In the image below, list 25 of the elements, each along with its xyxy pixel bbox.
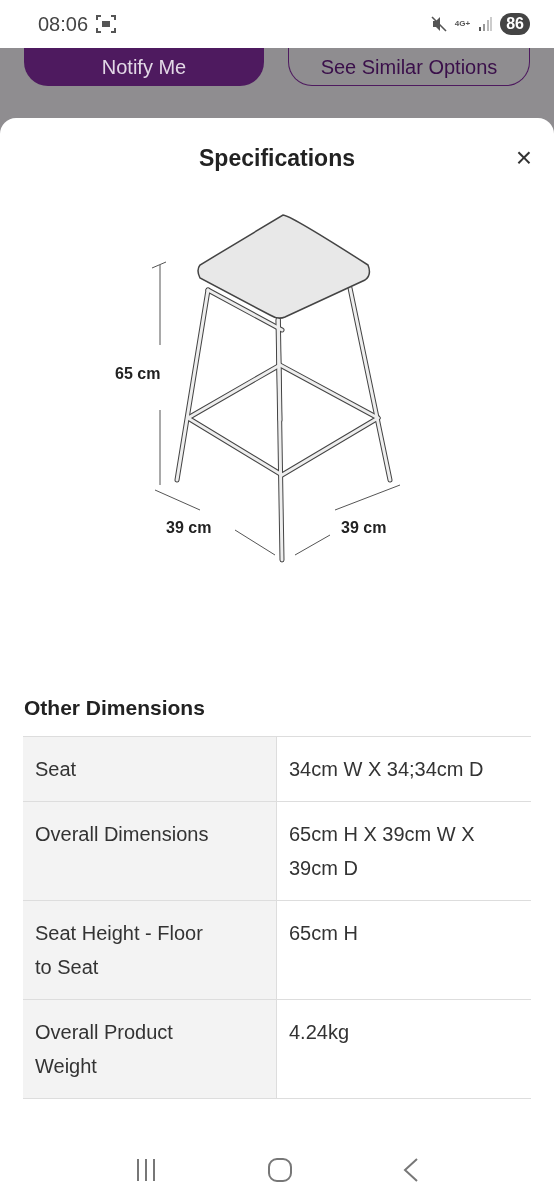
- recent-apps-icon[interactable]: [135, 1158, 157, 1182]
- screenshot-icon: [96, 15, 117, 33]
- sheet-title: Specifications: [199, 143, 355, 173]
- battery-indicator: 86: [500, 13, 530, 35]
- table-cell-text: 34cm W X 34;34cm D: [288, 756, 485, 782]
- height-dimension-label: 65 cm: [115, 364, 161, 384]
- close-button[interactable]: ×: [515, 144, 532, 172]
- width-dimension-label: 39 cm: [166, 518, 212, 538]
- table-cell: Overall Dimensions: [23, 801, 277, 900]
- table-cell-text: 65cm H: [288, 920, 359, 946]
- background-button[interactable]: Notify Me: [24, 48, 264, 86]
- home-icon[interactable]: [267, 1157, 293, 1183]
- table-cell: Overall Product Weight: [23, 999, 277, 1098]
- background-button[interactable]: See Similar Options: [288, 48, 530, 86]
- table-cell: Seat: [23, 736, 277, 801]
- section-heading: Other Dimensions: [24, 695, 206, 721]
- signal-icon: [478, 17, 493, 31]
- back-icon[interactable]: [403, 1158, 419, 1182]
- table-cell-text: 65cm H X 39cm W X 39cm D: [288, 821, 476, 881]
- network-label: 4G+: [454, 20, 471, 28]
- status-time: 08:06: [38, 12, 89, 37]
- depth-dimension-label: 39 cm: [341, 518, 387, 538]
- table-cell: Seat Height - Floor to Seat: [23, 900, 277, 999]
- table-cell-text: 4.24kg: [288, 1019, 351, 1045]
- mute-icon: [430, 16, 447, 32]
